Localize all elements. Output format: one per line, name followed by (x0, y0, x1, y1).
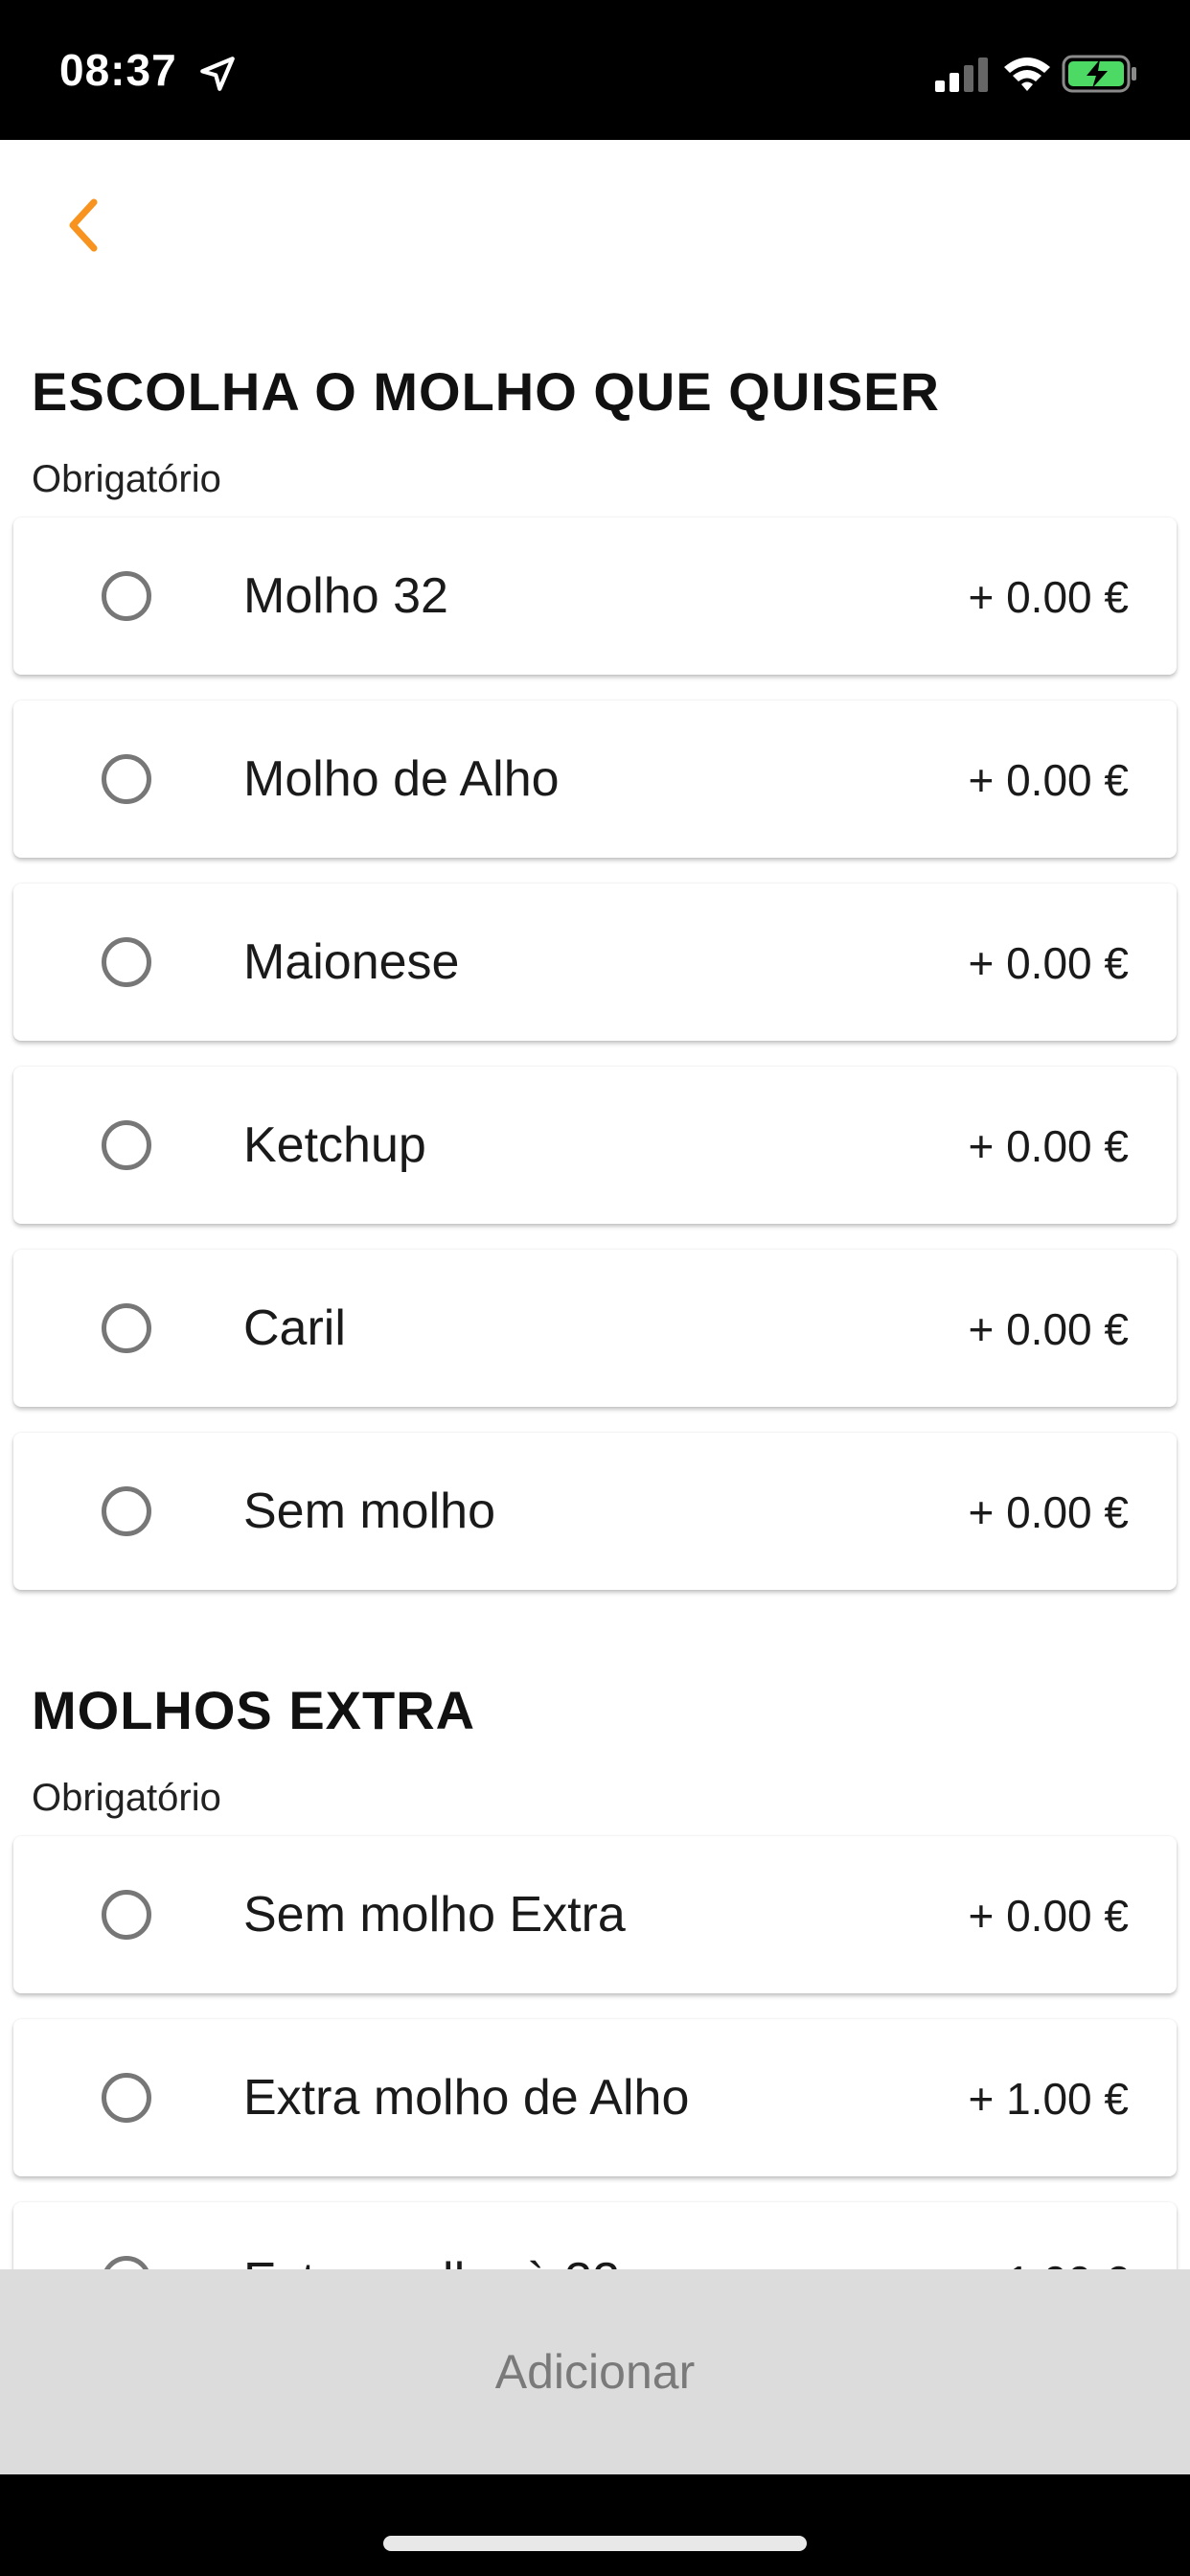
option-price: + 0.00 € (968, 1121, 1129, 1171)
option-name: Sem molho Extra (243, 1887, 626, 1943)
option-price: + 1.00 € (968, 2256, 1129, 2269)
section-title-sauce: ESCOLHA O MOLHO QUE QUISER (32, 361, 940, 422)
option-name: Extra molho de Alho (243, 2070, 690, 2126)
add-button[interactable]: Adicionar (0, 2269, 1190, 2474)
option-price: + 1.00 € (968, 2074, 1129, 2124)
wifi-icon (1004, 58, 1050, 91)
option-extra-molho-de-alho[interactable]: Extra molho de Alho + 1.00 € (13, 2019, 1177, 2176)
option-name: Molho 32 (243, 568, 448, 624)
battery-charging-icon (1062, 55, 1136, 93)
radio-button[interactable] (102, 2256, 151, 2269)
option-price: + 0.00 € (968, 572, 1129, 622)
cellular-signal-icon (935, 58, 988, 92)
radio-button[interactable] (102, 937, 151, 987)
option-name: Maionese (243, 934, 460, 990)
option-sem-molho-extra[interactable]: Sem molho Extra + 0.00 € (13, 1836, 1177, 1993)
section-required-label: Obrigatório (32, 1777, 221, 1819)
radio-button[interactable] (102, 1120, 151, 1170)
section-required-label: Obrigatório (32, 458, 221, 500)
option-price: + 0.00 € (968, 1487, 1129, 1537)
option-name: Sem molho (243, 1484, 495, 1539)
radio-button[interactable] (102, 1486, 151, 1536)
status-time: 08:37 (59, 45, 177, 95)
option-price: + 0.00 € (968, 938, 1129, 988)
options-page[interactable]: ESCOLHA O MOLHO QUE QUISER Obrigatório M… (0, 140, 1190, 2269)
option-name: Molho de Alho (243, 751, 560, 807)
option-maionese[interactable]: Maionese + 0.00 € (13, 884, 1177, 1041)
radio-button[interactable] (102, 754, 151, 804)
option-caril[interactable]: Caril + 0.00 € (13, 1250, 1177, 1407)
radio-button[interactable] (102, 571, 151, 621)
home-indicator[interactable] (383, 2536, 807, 2551)
radio-button[interactable] (102, 2073, 151, 2123)
back-button[interactable] (56, 192, 109, 259)
status-bar: 08:37 (0, 0, 1190, 140)
home-indicator-area (0, 2474, 1190, 2576)
radio-button[interactable] (102, 1303, 151, 1353)
option-molho-de-alho[interactable]: Molho de Alho + 0.00 € (13, 701, 1177, 858)
radio-button[interactable] (102, 1890, 151, 1940)
location-arrow-icon (200, 57, 235, 91)
section-title-extra: MOLHOS EXTRA (32, 1680, 476, 1740)
option-price: + 0.00 € (968, 1304, 1129, 1354)
add-button-label: Adicionar (494, 2345, 696, 2399)
option-name: Extra molho à 32 (243, 2252, 620, 2269)
chevron-left-icon (69, 198, 98, 252)
option-extra-molho-32[interactable]: Extra molho à 32 + 1.00 € (13, 2202, 1177, 2269)
option-price: + 0.00 € (968, 1891, 1129, 1941)
option-name: Ketchup (243, 1117, 426, 1173)
option-sem-molho[interactable]: Sem molho + 0.00 € (13, 1433, 1177, 1590)
option-molho-32[interactable]: Molho 32 + 0.00 € (13, 518, 1177, 675)
option-ketchup[interactable]: Ketchup + 0.00 € (13, 1067, 1177, 1224)
option-name: Caril (243, 1300, 346, 1356)
option-price: + 0.00 € (968, 755, 1129, 805)
